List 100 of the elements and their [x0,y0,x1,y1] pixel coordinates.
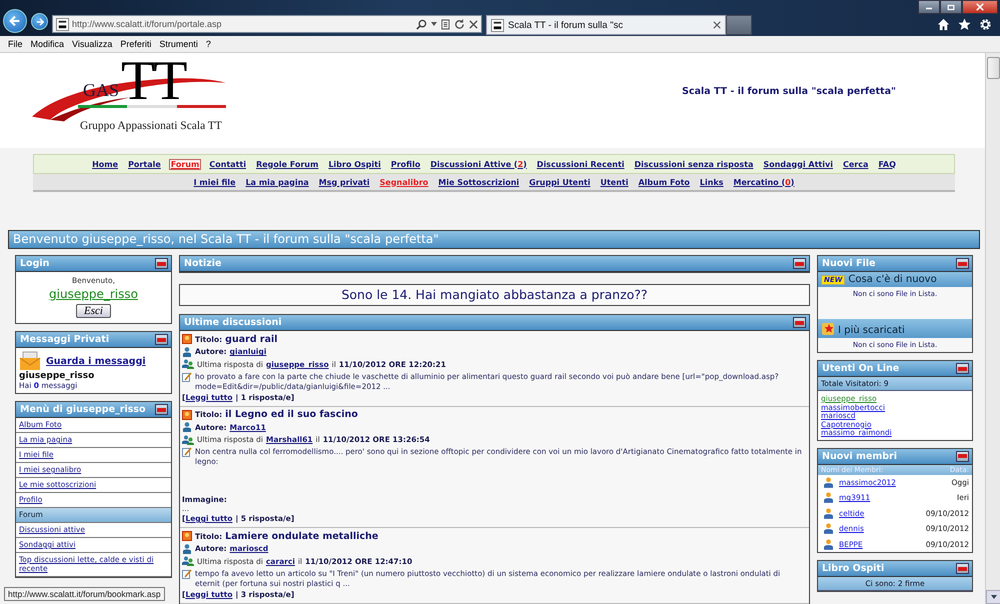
menu-item[interactable]: Strumenti [155,39,202,49]
menu-item[interactable]: Preferiti [116,39,156,49]
person-icon [182,346,192,357]
star-badge-icon [821,322,835,336]
section-title: I più scaricati [838,325,905,336]
nav-link[interactable]: Profilo [388,158,422,170]
minimize-button[interactable] [918,0,940,14]
forward-arrow-icon [34,16,44,26]
maximize-button[interactable] [940,0,962,14]
scroll-thumb[interactable] [987,57,1000,79]
stop-icon[interactable] [469,20,478,28]
section-title: Cosa c'è di nuovo [848,274,937,285]
minimize-button[interactable] [155,404,168,415]
nav-link[interactable]: Sondaggi Attivi [761,158,835,170]
note-icon [182,568,192,578]
username-text: giuseppe_risso [19,371,96,381]
nav-link[interactable]: Contatti [207,158,248,170]
nav-link[interactable]: Regole Forum [254,158,320,170]
welcome-bar: Benvenuto giuseppe_risso, nel Scala TT - il forum sulla "scala perfetta" [8,230,980,249]
post-title[interactable]: Lamiere ondulate metalliche [225,530,378,542]
refresh-icon[interactable] [454,18,465,30]
address-field[interactable]: http://www.scalatt.it/forum/portale.asp [52,15,482,33]
star-icon[interactable] [958,18,971,31]
minimize-button[interactable] [956,450,969,462]
close-icon[interactable] [713,21,721,29]
panel-title: Nuovi membri [822,450,897,462]
scroll-down-button[interactable] [986,590,1000,604]
minimize-button[interactable] [155,258,168,269]
scrollbar[interactable] [985,53,1000,604]
note-icon [182,372,192,382]
panel-title: Utenti On Line [822,363,900,374]
post-title[interactable]: il Legno ed il suo fascino [225,409,358,420]
nav-link[interactable]: Forum [168,158,202,170]
menu-item[interactable]: File [4,39,27,49]
news-message: Sono le 14. Hai mangiato abbastanza a pranzo?? [179,284,810,306]
settings-icon[interactable] [979,18,992,31]
people-icon [182,359,194,370]
panel-title: Ultime discussioni [184,317,282,328]
nav-link[interactable]: Utenti [598,176,630,188]
menu-item[interactable]: Modifica [26,39,68,49]
nav-link[interactable]: I miei file [192,176,238,188]
panel-title: Messaggi Privati [20,334,110,345]
menu-item[interactable]: Visualizza [68,39,116,49]
maximize-icon [947,4,955,10]
member-icon [824,492,833,504]
menu-item[interactable]: ? [202,39,215,49]
username-link[interactable]: giuseppe_risso [49,287,138,301]
panel-title: Menù di giuseppe_risso [20,404,146,415]
minimize-button[interactable] [956,563,969,574]
panel-title: Libro Ospiti [822,563,884,574]
home-icon[interactable] [937,18,950,31]
minimize-button[interactable] [793,317,806,328]
nav-link[interactable]: Discussioni Attive (2) [428,158,529,170]
site-favicon-icon [56,18,69,30]
panel-title: Notizie [184,258,222,269]
member-icon [824,538,833,550]
nav-link[interactable]: Discussioni senza risposta [632,158,756,170]
logout-button[interactable]: Esci [76,304,111,318]
site-favicon-icon [491,18,504,32]
person-icon [182,544,192,554]
nav-link[interactable]: FAQ [876,158,898,170]
new-tab-button[interactable] [726,15,752,35]
topic-icon [182,334,192,344]
back-button[interactable] [3,9,27,33]
status-tooltip: http://www.scalatt.it/forum/bookmark.asp [4,587,165,601]
nav-link[interactable]: Cerca [840,158,870,170]
down-arrow-icon [990,595,996,599]
nav-link[interactable]: Mie Sottoscrizioni [436,176,522,188]
minimize-button[interactable] [793,258,806,269]
search-icon[interactable] [416,18,427,30]
nav-link[interactable]: Album Foto [636,176,692,188]
close-button[interactable] [962,0,998,14]
nav-link[interactable]: Gruppi Utenti [527,176,592,188]
note-icon [182,447,192,457]
nav-link[interactable]: Libro Ospiti [326,158,383,170]
member-icon [824,508,833,519]
minimize-button[interactable] [155,334,168,345]
forward-button[interactable] [31,13,48,30]
browser-tab[interactable]: Scala TT - il forum sulla "sc [486,15,726,35]
nav-link[interactable]: La mia pagina [244,176,311,188]
person-icon [182,422,192,432]
envelope-icon [19,351,41,371]
panel-title: Nuovi File [822,258,876,269]
minimize-button[interactable] [956,258,969,269]
messages-link[interactable]: Guarda i messaggi [46,356,146,366]
nav-link[interactable]: Discussioni Recenti [534,158,626,170]
nav-link[interactable]: Links [698,176,726,188]
compatibility-view-icon[interactable] [441,18,450,30]
nav-link[interactable]: Mercatino (0) [731,176,796,188]
dropdown-caret-icon[interactable] [431,22,437,26]
nav-link[interactable]: Msg privati [316,176,372,188]
nav-link[interactable]: Portale [126,158,163,170]
post-title[interactable]: guard rail [225,334,278,345]
minimize-button[interactable] [956,363,969,374]
member-icon [824,523,833,534]
topic-icon [182,410,192,420]
back-arrow-icon [8,14,22,28]
nav-link[interactable]: Home [90,158,120,170]
people-icon [182,556,194,566]
nav-link[interactable]: Segnalibro [378,176,430,188]
